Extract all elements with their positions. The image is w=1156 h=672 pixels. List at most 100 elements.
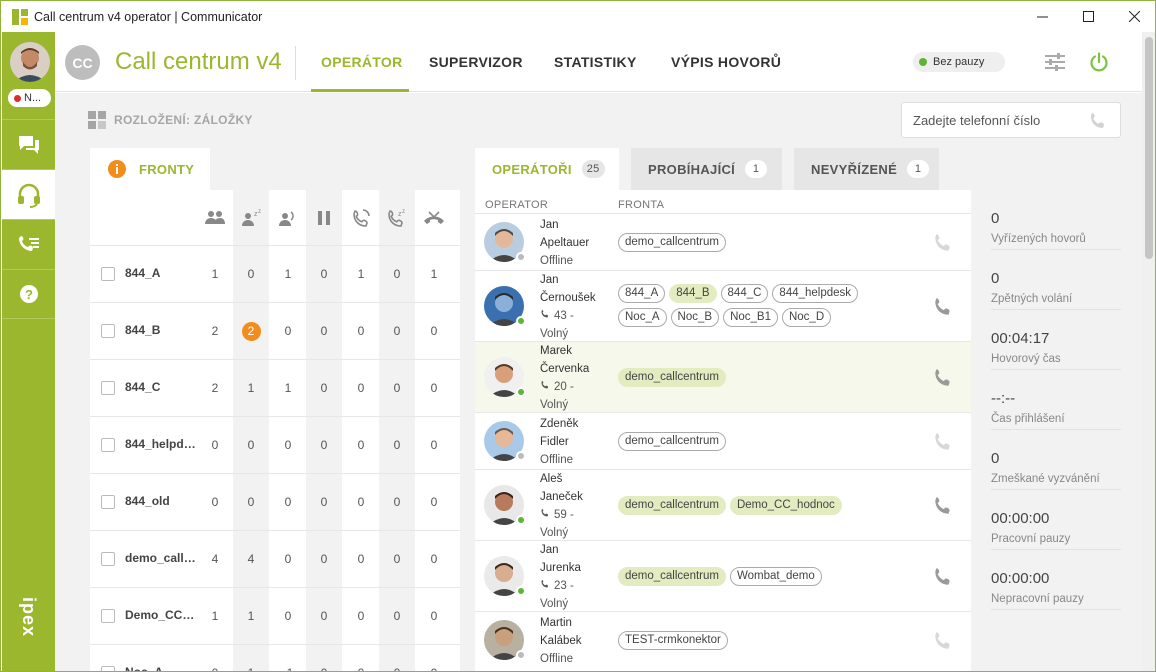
- minimize-button[interactable]: [1019, 1, 1065, 32]
- stat-value: 0: [991, 210, 1000, 227]
- operator-row[interactable]: Jan Jurenka 23 - Volný demo_callcentrum Womba…: [475, 540, 971, 611]
- tab-unresolved[interactable]: NEVYŘÍZENÉ 1: [794, 148, 939, 190]
- side-rail: N... ? ipex: [2, 32, 55, 671]
- queue-checkbox[interactable]: [101, 267, 115, 281]
- queue-value: 1: [211, 609, 219, 623]
- call-operator-button[interactable]: [932, 232, 954, 254]
- call-operator-button[interactable]: [932, 566, 954, 588]
- status-badge[interactable]: N...: [8, 89, 51, 107]
- stat-value: --:--: [991, 390, 1016, 407]
- call-operator-button[interactable]: [932, 367, 954, 389]
- chat-icon: [18, 135, 39, 154]
- queue-checkbox[interactable]: [101, 666, 115, 671]
- queue-value: 0: [416, 666, 452, 671]
- queue-value: 0: [430, 609, 438, 623]
- queue-checkbox[interactable]: [101, 552, 115, 566]
- user-avatar[interactable]: [10, 42, 50, 82]
- stat-label: Čas přihlášení: [991, 413, 1065, 425]
- queue-value: 0: [320, 324, 328, 338]
- stat-item: --:-- Čas přihlášení: [991, 370, 1121, 430]
- queue-checkbox[interactable]: [101, 324, 115, 338]
- queue-row[interactable]: Noc_A01-10000: [90, 644, 460, 672]
- operator-row[interactable]: Zdeněk Fidler Offline demo_callcentrum: [475, 412, 971, 469]
- queue-value: 2: [211, 381, 219, 395]
- queue-checkbox[interactable]: [101, 609, 115, 623]
- tab-queues[interactable]: FRONTY: [90, 148, 210, 190]
- operator-row[interactable]: Martin Kalábek Offline TEST-crmkonektor: [475, 611, 971, 668]
- presence-dot-icon: [516, 586, 526, 596]
- settings-button[interactable]: [1044, 52, 1066, 75]
- queue-row[interactable]: 844_C 2 1 1 0 0 0 0: [90, 359, 460, 416]
- operator-row[interactable]: Jan Černoušek 43 - Volný 844_A 844_B 844_C 844_…: [475, 270, 971, 341]
- operator-name: Aleš Janeček 59 - Volný: [540, 470, 583, 542]
- operator-name: Martin Kalábek Offline: [540, 614, 582, 668]
- queue-value: 0: [247, 438, 255, 452]
- tab-statistics[interactable]: STATISTIKY: [554, 54, 637, 70]
- stat-value: 00:00:00: [991, 570, 1050, 587]
- queue-tag: demo_callcentrum: [618, 368, 726, 387]
- operator-row[interactable]: Marek Červenka 20 - Volný demo_callcentrum: [475, 341, 971, 412]
- maximize-button[interactable]: [1065, 1, 1111, 32]
- call-operator-button[interactable]: [932, 296, 954, 318]
- call-operator-button[interactable]: [932, 431, 954, 453]
- queue-row[interactable]: 844_A 1 0 1 0 1 0 1: [90, 245, 460, 302]
- rail-item-calllog[interactable]: [2, 219, 55, 269]
- scrollbar-thumb[interactable]: [1145, 37, 1153, 259]
- pause-status-button[interactable]: Bez pauzy: [913, 52, 1005, 72]
- queue-value: 0: [320, 381, 328, 395]
- queue-value: 1: [247, 381, 255, 395]
- queue-value: 0: [357, 609, 365, 623]
- stat-item: 0 Zmeškané vyzvánění: [991, 430, 1121, 490]
- rail-item-help[interactable]: ?: [2, 269, 55, 319]
- queue-value: 0: [247, 495, 255, 509]
- operator-row[interactable]: Jan Apeltauer Offline demo_callcentrum: [475, 213, 971, 270]
- presence-dot-icon: [516, 387, 526, 397]
- logout-button[interactable]: [1089, 52, 1109, 75]
- title-bar[interactable]: Call centrum v4 operator | Communicator: [1, 1, 1155, 32]
- operators-count: 25: [581, 160, 605, 178]
- queue-checkbox[interactable]: [101, 381, 115, 395]
- queue-checkbox[interactable]: [101, 438, 115, 452]
- tab-call-log[interactable]: VÝPIS HOVORŮ: [671, 54, 781, 70]
- svg-text:?: ?: [25, 287, 33, 302]
- rail-item-chat[interactable]: [2, 119, 55, 169]
- col-paused-icon: [306, 190, 342, 245]
- layout-switch[interactable]: ROZLOŽENÍ: ZÁLOŽKY: [88, 111, 253, 129]
- scrollbar[interactable]: [1142, 32, 1155, 671]
- tab-operator[interactable]: OPERÁTOR: [321, 54, 403, 70]
- call-operator-button[interactable]: [932, 495, 954, 517]
- header-divider: [295, 46, 296, 80]
- help-icon: ?: [19, 285, 38, 303]
- queue-row[interactable]: 844_helpdesk 0 0 0 0 0 0 0: [90, 416, 460, 473]
- queue-tag: Noc_A: [618, 308, 667, 327]
- queue-value: 1: [284, 267, 292, 281]
- main-area: ROZLOŽENÍ: ZÁLOŽKY FRONTY zz: [55, 93, 1142, 672]
- dial-phone-icon[interactable]: [1088, 111, 1108, 131]
- queue-value: 0: [430, 381, 438, 395]
- stat-item: 00:00:00 Pracovní pauzy: [991, 490, 1121, 550]
- queue-value: 0: [211, 438, 219, 452]
- call-operator-button[interactable]: [932, 630, 954, 652]
- queue-row[interactable]: demo_callcentrum 4 4 0 0 0 0 0: [90, 530, 460, 587]
- queue-row[interactable]: 844_B 2 2 0 0 0 0 0: [90, 302, 460, 359]
- queue-name: Noc_A: [125, 665, 164, 672]
- queue-value: 0: [284, 324, 292, 338]
- operator-row[interactable]: Aleš Janeček 59 - Volný demo_callcentrum Demo…: [475, 469, 971, 540]
- queue-tags: demo_callcentrum: [618, 432, 888, 451]
- queue-tag: 844_B: [669, 284, 717, 303]
- busy-dot-icon: [14, 94, 21, 102]
- phone-number-field[interactable]: [901, 102, 1121, 138]
- tab-operators[interactable]: OPERÁTOŘI 25: [475, 148, 619, 190]
- tab-ongoing[interactable]: PROBÍHAJÍCÍ 1: [631, 148, 782, 190]
- queue-row[interactable]: Demo_CC_hodnoc 1 1 0 0 0 0 0: [90, 587, 460, 644]
- queue-value: 1: [430, 267, 438, 281]
- phone-number-input[interactable]: [913, 112, 1083, 128]
- close-button[interactable]: [1111, 1, 1155, 32]
- presence-dot-icon: [516, 252, 526, 262]
- stat-item: 00:04:17 Hovorový čas: [991, 310, 1121, 370]
- queue-checkbox[interactable]: [101, 495, 115, 509]
- tab-supervisor[interactable]: SUPERVIZOR: [429, 54, 523, 70]
- queue-row[interactable]: 844_old 0 0 0 0 0 0 0: [90, 473, 460, 530]
- queue-value: 1: [284, 381, 292, 395]
- rail-item-operator[interactable]: [2, 169, 55, 219]
